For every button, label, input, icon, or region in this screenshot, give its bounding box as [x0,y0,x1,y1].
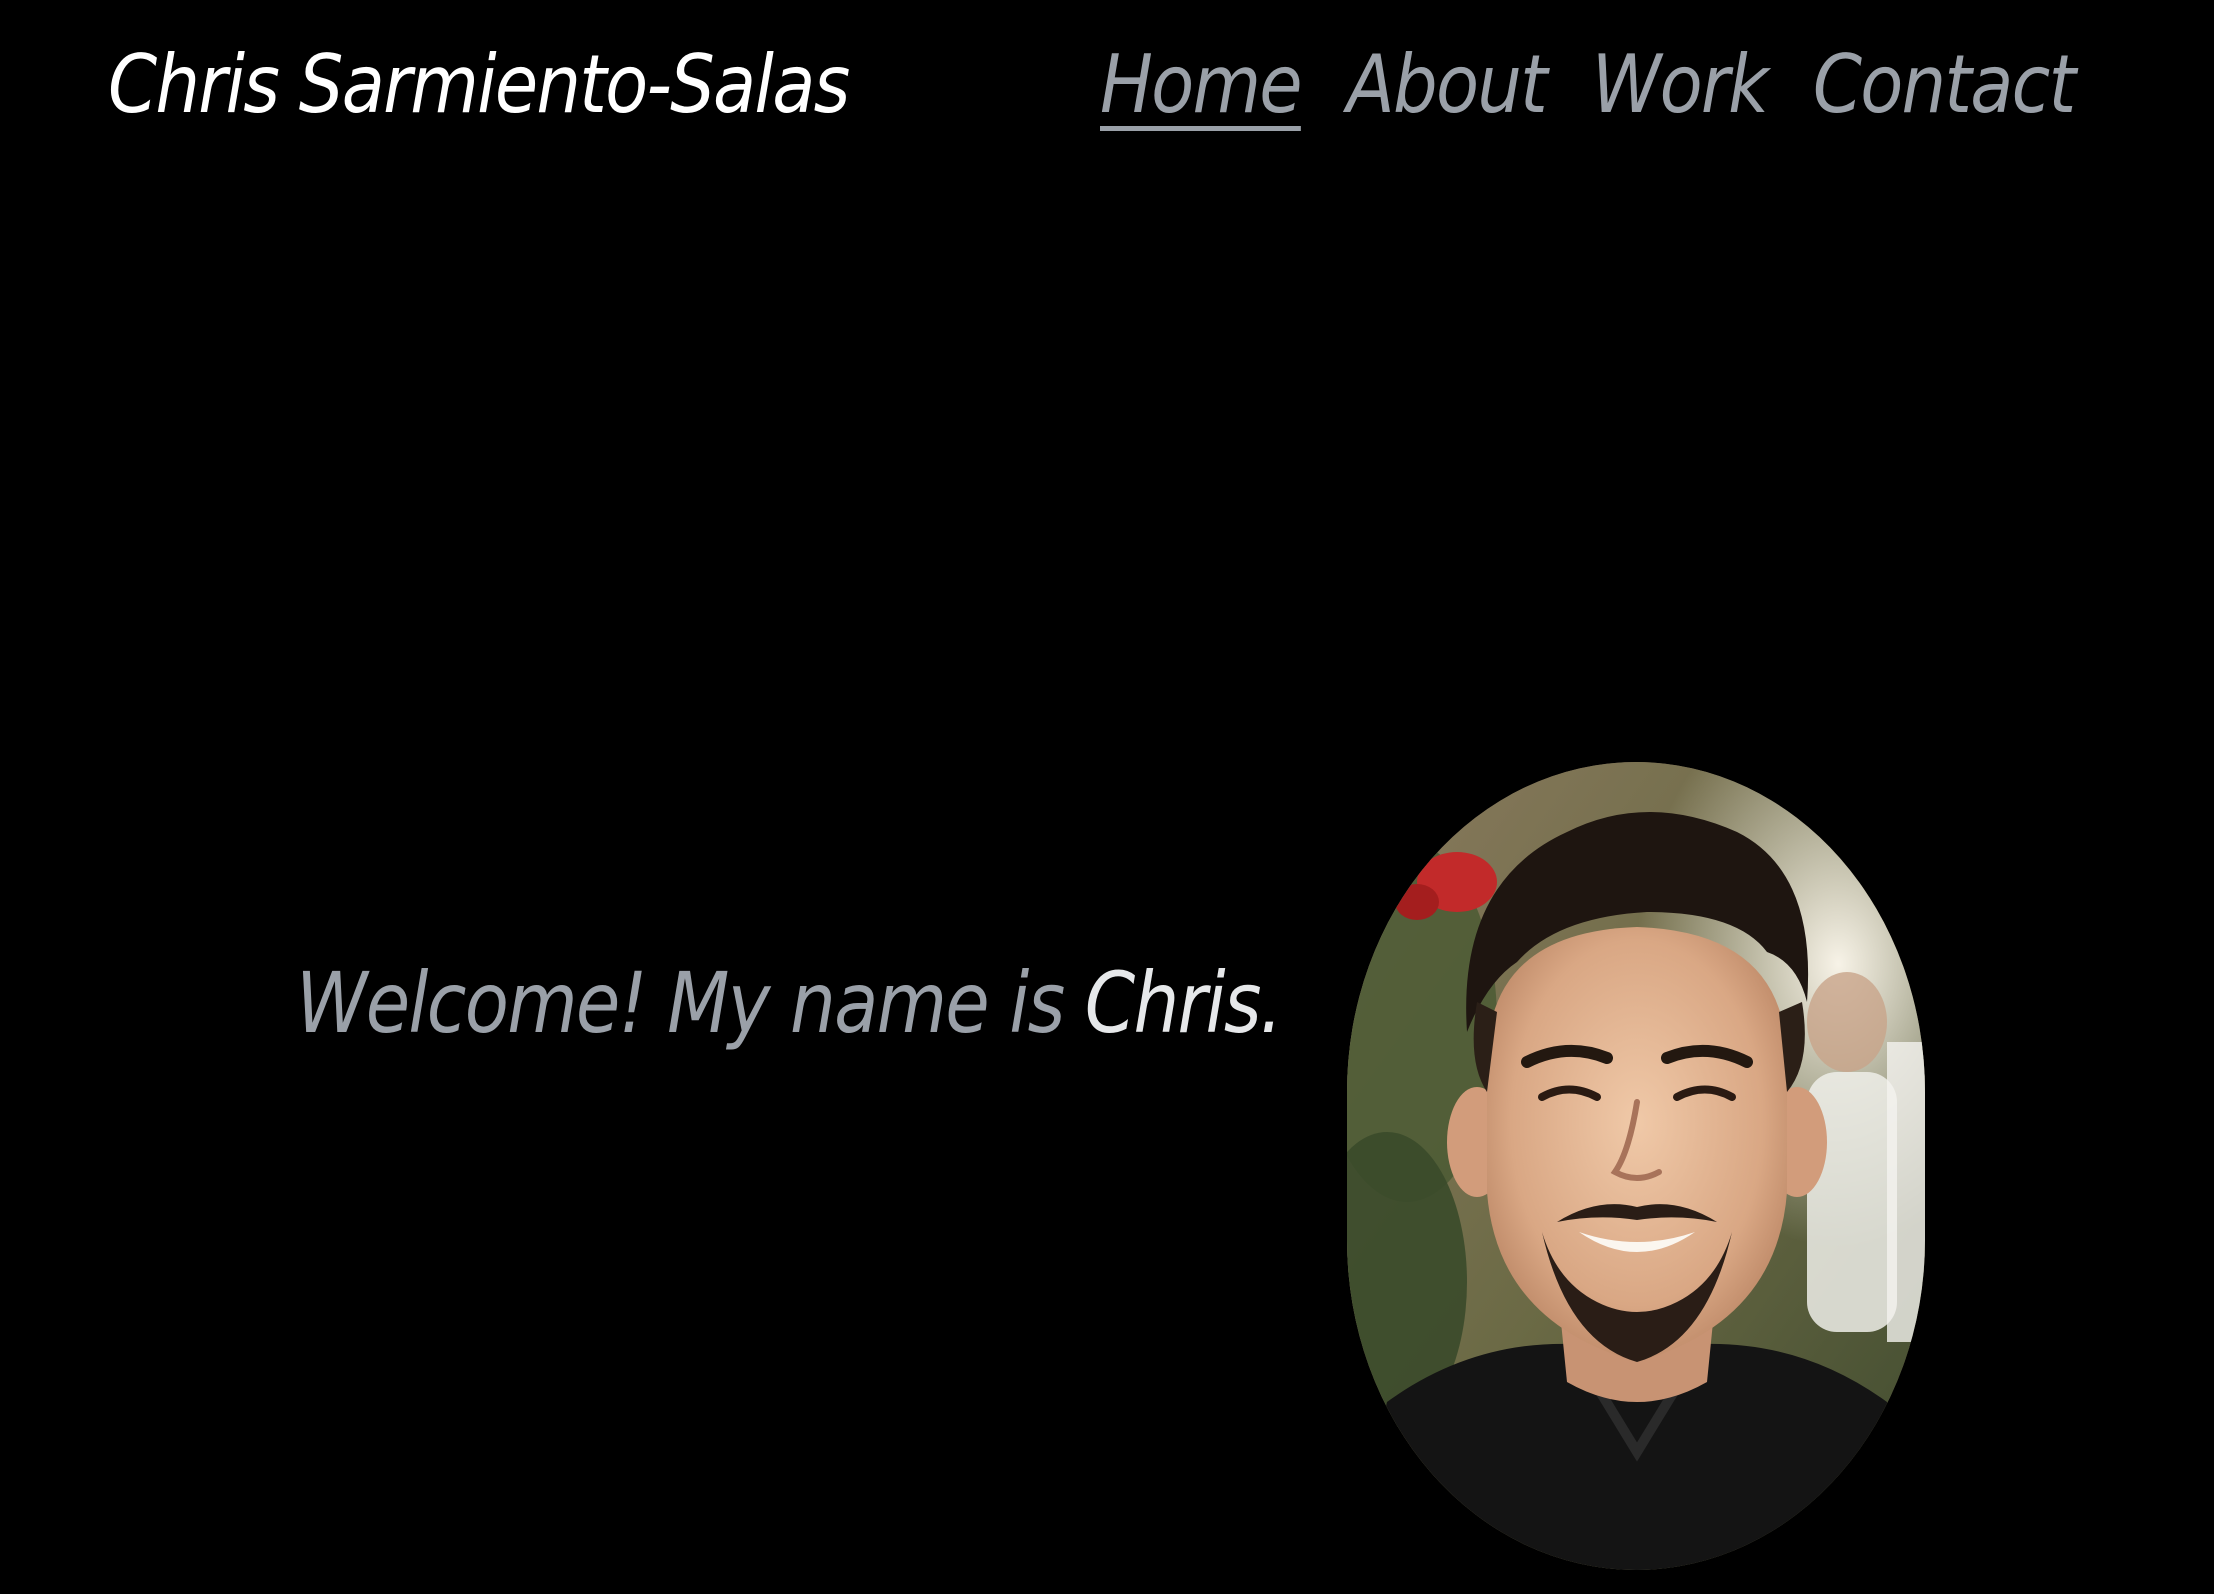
site-title[interactable]: Chris Sarmiento-Salas [108,30,850,140]
nav-link-contact[interactable]: Contact [1813,30,2076,140]
welcome-name: Chris. [1084,954,1283,1052]
nav-link-about[interactable]: About [1347,30,1548,140]
nav-link-work[interactable]: Work [1592,30,1769,140]
profile-photo [1347,762,1925,1570]
welcome-text: Welcome! My name is Chris. [296,948,1283,1058]
main-nav: Home About Work Contact [1100,30,2076,140]
hero-section: Welcome! My name is Chris. [0,750,2214,1590]
nav-link-home[interactable]: Home [1100,30,1303,140]
site-header: Chris Sarmiento-Salas Home About Work Co… [0,0,2214,170]
profile-photo-illustration [1347,762,1925,1570]
welcome-greeting: Welcome! My name is [296,954,1085,1052]
